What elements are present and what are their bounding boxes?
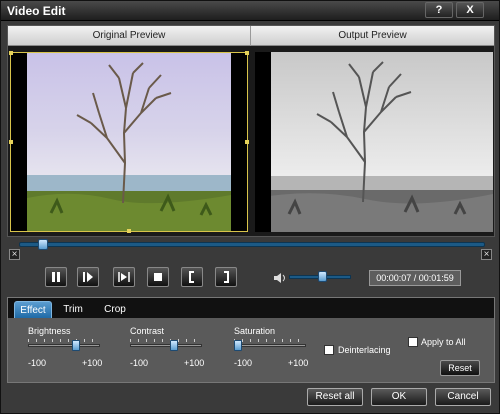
brightness-max: +100 [82, 358, 103, 368]
brightness-slider[interactable] [28, 344, 100, 347]
apply-to-all-label: Apply to All [421, 337, 466, 347]
reset-button[interactable]: Reset [440, 360, 480, 376]
output-preview-pane [255, 52, 493, 232]
play-pause-button[interactable] [45, 267, 67, 287]
time-display: 00:00:07 / 00:01:59 [369, 270, 461, 286]
saturation-label: Saturation [234, 326, 276, 336]
end-marker-button[interactable] [215, 267, 237, 287]
seek-thumb[interactable] [38, 239, 48, 250]
apply-to-all-checkbox[interactable] [408, 337, 418, 347]
crop-handle[interactable] [9, 51, 13, 55]
contrast-ticks [130, 339, 202, 342]
brightness-ticks [28, 339, 100, 342]
crop-handle[interactable] [127, 229, 131, 233]
reset-all-button[interactable]: Reset all [307, 388, 363, 406]
snapshot-icon [118, 272, 130, 282]
ok-button[interactable]: OK [371, 388, 427, 406]
contrast-label: Contrast [130, 326, 165, 336]
preview-area: Original Preview Output Preview [7, 25, 495, 237]
saturation-ticks [234, 339, 306, 342]
start-marker-button[interactable] [181, 267, 203, 287]
stop-button[interactable] [147, 267, 169, 287]
original-preview-header: Original Preview [8, 26, 251, 46]
crop-handle[interactable] [245, 140, 249, 144]
video-edit-window: Video Edit ? X Original Preview Output P… [0, 0, 500, 414]
tab-bar: Effect Trim Crop [8, 298, 494, 318]
saturation-slider[interactable] [234, 344, 306, 347]
tab-effect[interactable]: Effect [14, 301, 52, 318]
window-title: Video Edit [7, 4, 66, 18]
saturation-thumb[interactable] [234, 340, 242, 351]
trim-start-handle-icon[interactable]: × [9, 249, 20, 260]
title-bar: Video Edit ? X [1, 1, 499, 21]
seek-bar[interactable] [19, 242, 485, 247]
original-preview-pane[interactable] [9, 51, 249, 233]
volume-icon[interactable] [273, 272, 287, 284]
original-video-frame [11, 53, 247, 231]
playback-controls: 00:00:07 / 00:01:59 [7, 263, 495, 293]
crop-handle[interactable] [245, 51, 249, 55]
pause-icon [52, 272, 60, 282]
volume-thumb[interactable] [318, 271, 327, 282]
close-button[interactable]: X [456, 2, 484, 18]
contrast-thumb[interactable] [170, 340, 178, 351]
crop-handle[interactable] [9, 140, 13, 144]
contrast-min: -100 [130, 358, 149, 368]
stop-icon [154, 273, 162, 281]
tab-crop[interactable]: Crop [100, 301, 130, 318]
trim-end-handle-icon[interactable]: × [481, 249, 492, 260]
brightness-label: Brightness [28, 326, 71, 336]
saturation-max: +100 [288, 358, 309, 368]
tab-trim[interactable]: Trim [58, 301, 88, 318]
contrast-max: +100 [184, 358, 205, 368]
brightness-min: -100 [28, 358, 47, 368]
brightness-thumb[interactable] [72, 340, 80, 351]
deinterlacing-label: Deinterlacing [338, 345, 391, 355]
edit-tabs-panel: Effect Trim Crop Brightness -100 +100 Co… [7, 297, 495, 383]
cancel-button[interactable]: Cancel [435, 388, 491, 406]
deinterlacing-checkbox[interactable] [324, 345, 334, 355]
next-frame-button[interactable] [77, 267, 99, 287]
end-marker-icon [224, 271, 229, 283]
output-video-frame [255, 52, 493, 232]
snapshot-button[interactable] [113, 267, 135, 287]
output-preview-header: Output Preview [251, 26, 494, 46]
start-marker-icon [189, 271, 194, 283]
saturation-min: -100 [234, 358, 253, 368]
next-frame-icon [83, 272, 93, 282]
help-button[interactable]: ? [425, 2, 453, 18]
seek-bar-row: × × [7, 239, 495, 261]
contrast-slider[interactable] [130, 344, 202, 347]
